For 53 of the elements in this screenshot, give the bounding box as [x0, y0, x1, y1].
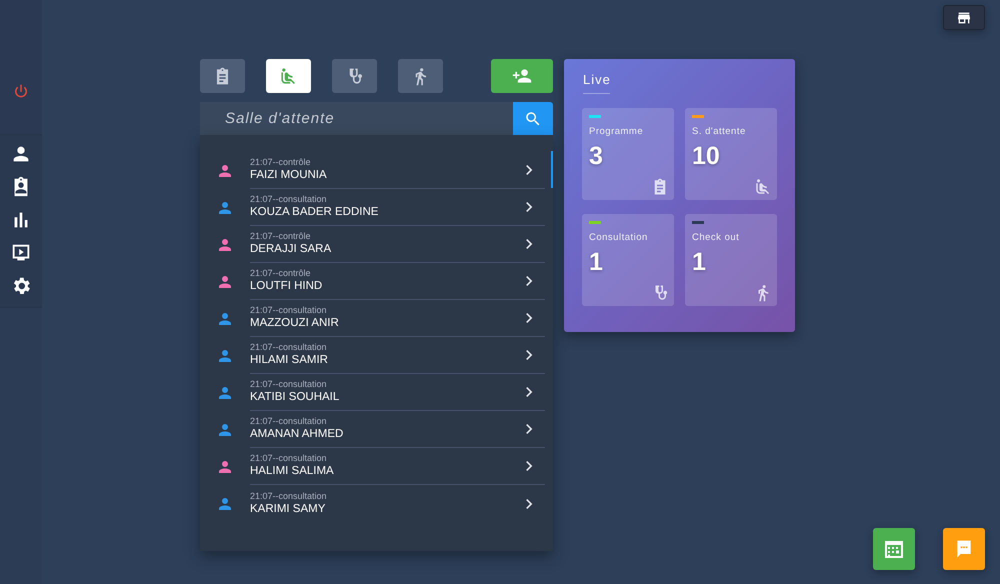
add-patient-button[interactable]: [491, 59, 553, 93]
search-field[interactable]: Salle d'attente: [200, 102, 513, 135]
patient-list-item[interactable]: 21:07--consultation MAZZOUZI ANIR: [250, 300, 545, 337]
stat-count: 10: [692, 142, 721, 171]
patient-list-item[interactable]: 21:07--contrôle LOUTFI HIND: [250, 263, 545, 300]
time-label: 21:07--contrôle: [250, 157, 311, 168]
stat-count: 1: [589, 248, 604, 277]
patient-list-item[interactable]: 21:07--consultation KARIMI SAMY: [250, 486, 545, 522]
patient-name: DERAJJI SARA: [250, 242, 332, 257]
patient-name: KARIMI SAMY: [250, 502, 326, 516]
filter-tab[interactable]: [200, 59, 245, 93]
time-label: 21:07--consultation: [250, 305, 327, 316]
patient-name: KATIBI SOUHAIL: [250, 390, 340, 405]
time-label: 21:07--consultation: [250, 379, 327, 390]
patient-name: AMANAN AHMED: [250, 427, 344, 442]
filter-tab[interactable]: [266, 59, 311, 93]
patient-name: MAZZOUZI ANIR: [250, 316, 339, 331]
search-icon: [524, 110, 542, 128]
stat-count: 3: [589, 142, 604, 171]
seated-person-icon: [754, 178, 772, 196]
patient-name: HALIMI SALIMA: [250, 464, 334, 479]
patient-name: KOUZA BADER EDDINE: [250, 205, 378, 220]
stat-label: S. d'attente: [692, 126, 747, 137]
filter-tab[interactable]: [332, 59, 377, 93]
power-icon: [12, 82, 30, 100]
patient-list-item[interactable]: 21:07--contrôle FAIZI MOUNIA: [250, 152, 545, 189]
time-label: 21:07--consultation: [250, 342, 327, 353]
calendar-button[interactable]: [873, 528, 915, 570]
time-label: 21:07--contrôle: [250, 231, 311, 242]
stat-count: 1: [692, 248, 707, 277]
patient-list-item[interactable]: 21:07--consultation HALIMI SALIMA: [250, 448, 545, 485]
patient-name: FAIZI MOUNIA: [250, 168, 327, 183]
live-title: Live: [583, 72, 610, 94]
patient-name: HILAMI SAMIR: [250, 353, 328, 368]
time-label: 21:07--consultation: [250, 490, 327, 502]
scrollbar: [551, 151, 553, 188]
time-label: 21:07--consultation: [250, 453, 327, 464]
patient-list-item[interactable]: 21:07--consultation AMANAN AHMED: [250, 411, 545, 448]
store-button[interactable]: [943, 5, 985, 30]
patient-list-item[interactable]: 21:07--contrôle DERAJJI SARA: [250, 226, 545, 263]
search-button[interactable]: [513, 102, 553, 135]
stat-label: Consultation: [589, 232, 649, 243]
store-icon: [956, 10, 972, 26]
patient-name: LOUTFI HIND: [250, 279, 322, 294]
stat-label: Programme: [589, 126, 644, 137]
patient-list-item[interactable]: 21:07--consultation KOUZA BADER EDDINE: [250, 189, 545, 226]
time-label: 21:07--consultation: [250, 416, 327, 427]
patient-list-item[interactable]: 21:07--consultation HILAMI SAMIR: [250, 337, 545, 374]
filter-tab[interactable]: [398, 59, 443, 93]
time-label: 21:07--consultation: [250, 194, 327, 205]
patient-list-item[interactable]: 21:07--consultation KATIBI SOUHAIL: [250, 374, 545, 411]
stat-label: Check out: [692, 232, 740, 243]
time-label: 21:07--contrôle: [250, 268, 311, 279]
